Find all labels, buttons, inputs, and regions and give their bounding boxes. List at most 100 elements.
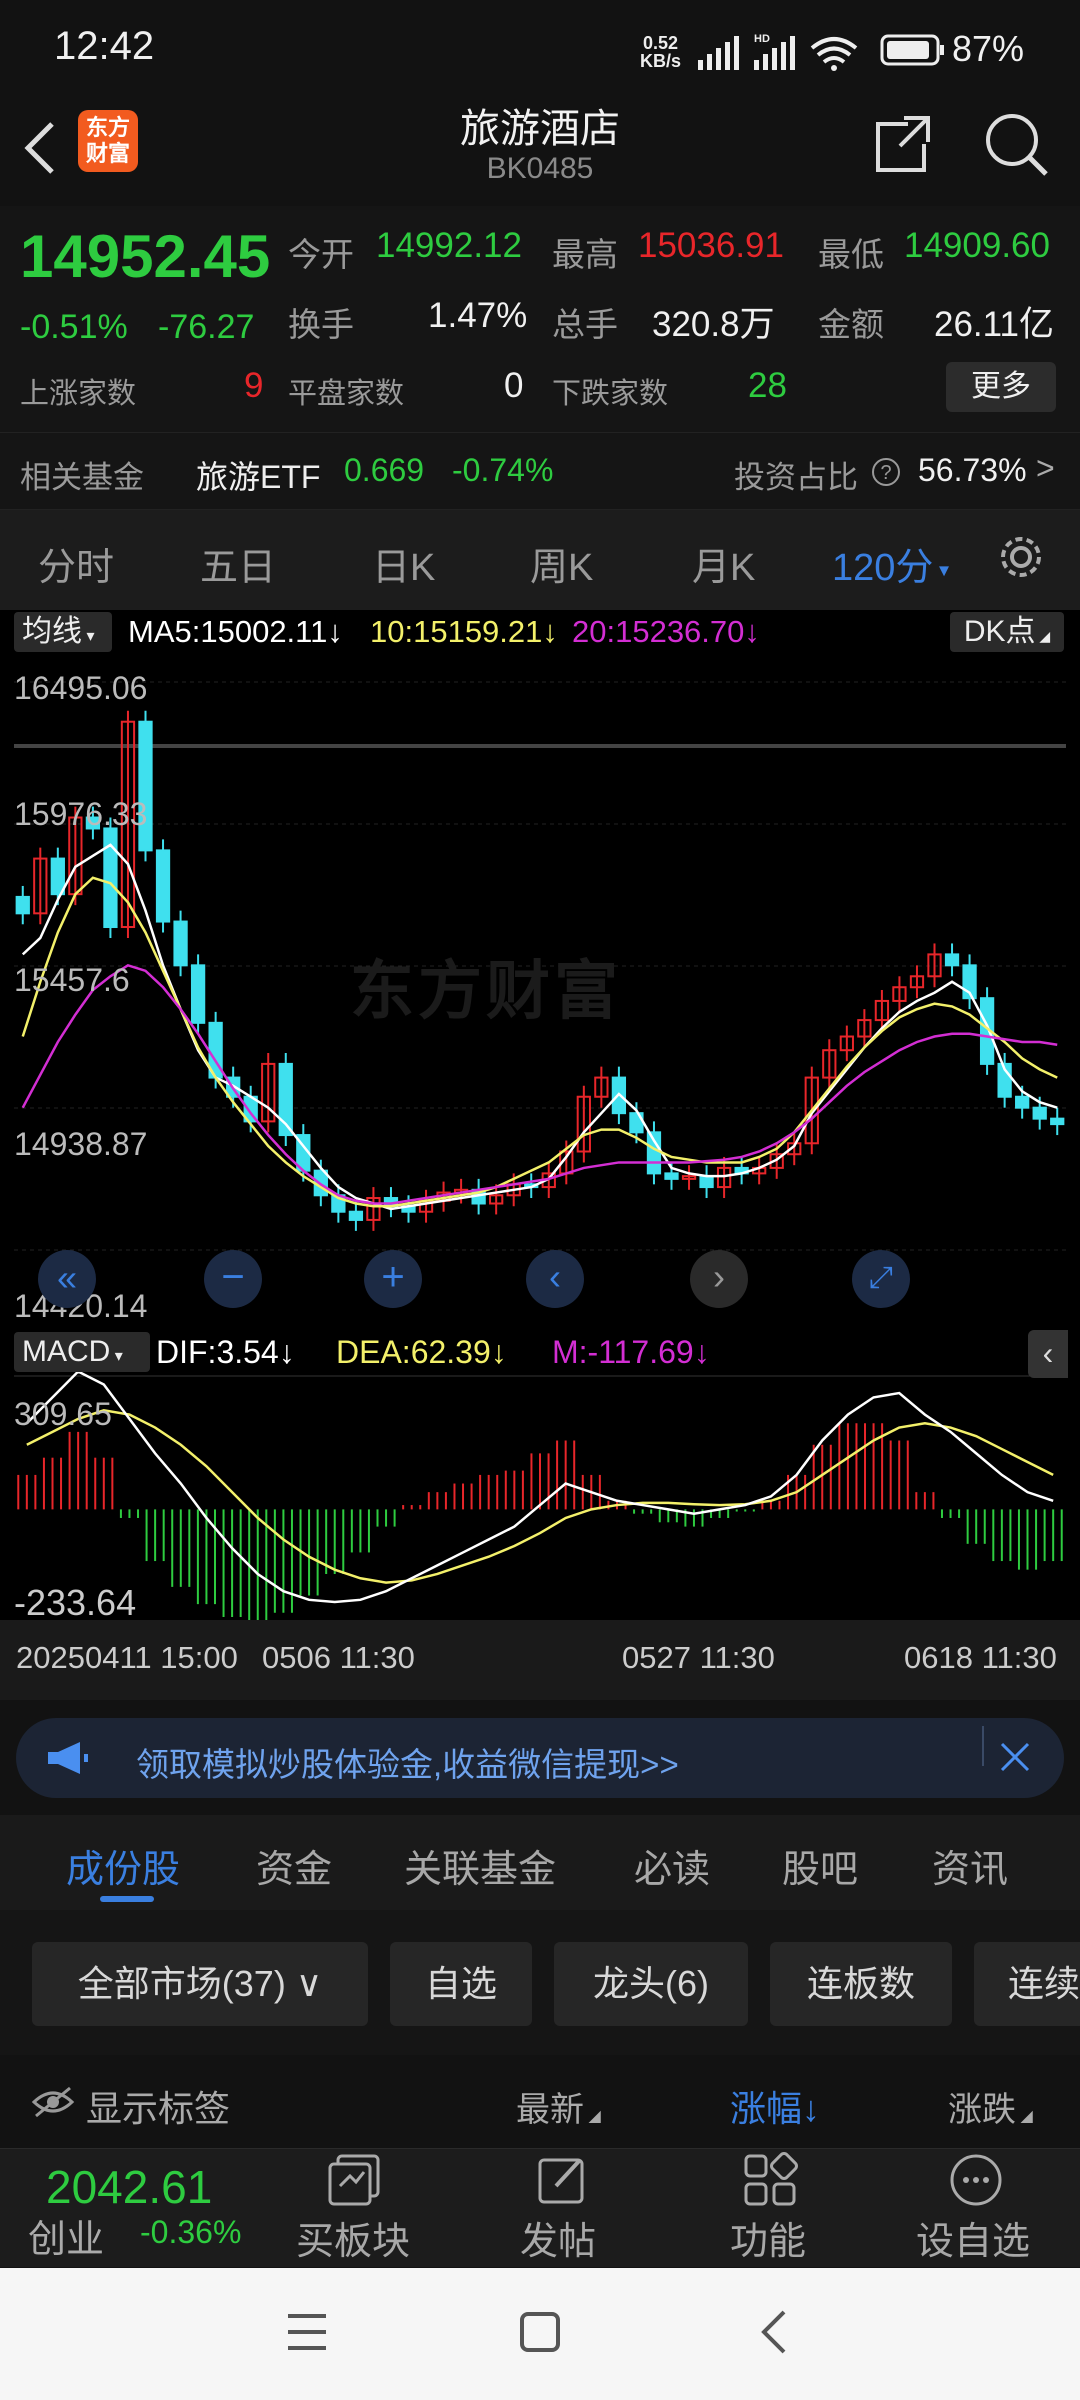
active-tab-indicator — [100, 1896, 154, 1902]
candle-body — [173, 920, 188, 967]
sort-latest[interactable]: 最新 ◢ — [516, 2082, 601, 2131]
chevron-right-icon[interactable]: > — [1036, 450, 1055, 487]
corner-triangle-icon: ◢ — [1035, 628, 1051, 644]
zoom-in-button[interactable]: + — [364, 1250, 422, 1308]
home-square-icon[interactable] — [518, 2310, 562, 2354]
tab-five-day[interactable]: 五日 — [200, 536, 276, 591]
down-arrow-icon: ↓ — [542, 614, 558, 649]
tab-must-read[interactable]: 必读 — [634, 1838, 710, 1893]
low-value: 14909.60 — [904, 226, 1050, 265]
filter-limit-up-count[interactable]: 连板数 — [770, 1942, 952, 2026]
close-icon[interactable] — [998, 1740, 1032, 1774]
volume-label: 总手 — [552, 306, 618, 343]
dea-value: DEA:62.39↓ — [336, 1334, 507, 1371]
zoom-out-button[interactable]: − — [204, 1250, 262, 1308]
m-label: M:-117.69 — [552, 1334, 694, 1370]
logo-line1: 东方 — [85, 115, 130, 140]
ma10-label: 10:15159.21 — [370, 614, 543, 649]
show-tags-toggle[interactable]: 显示标签 — [86, 2080, 230, 2132]
sort-change[interactable]: 涨跌 ◢ — [948, 2082, 1033, 2131]
tab-funds-flow[interactable]: 资金 — [256, 1838, 332, 1893]
up-count: 9 — [244, 366, 264, 405]
plus-icon: + — [381, 1255, 405, 1299]
watermark: 东方财富 — [350, 955, 622, 1027]
low-label: 最低 — [818, 236, 884, 273]
market-filter-dropdown[interactable]: 全部市场(37) ∨ — [32, 1942, 368, 2026]
tab-weekly-k[interactable]: 周K — [530, 536, 593, 591]
more-dots-icon — [950, 2154, 1002, 2206]
down-arrow-icon: ↓ — [490, 1334, 507, 1370]
fullscreen-button[interactable]: ⤢ — [852, 1250, 910, 1308]
post-button[interactable]: 发帖 — [520, 2210, 596, 2265]
sort-change-pct-label: 涨幅 — [730, 2088, 803, 2129]
high-value: 15036.91 — [638, 226, 784, 265]
filter-leaders[interactable]: 龙头(6) — [554, 1942, 748, 2026]
sort-icon: ◢ — [584, 2108, 601, 2125]
back-triangle-icon[interactable] — [756, 2308, 792, 2356]
down-arrow-icon: ↓ — [693, 1334, 710, 1370]
kline-chart-svg[interactable] — [0, 610, 1080, 1700]
sort-change-pct[interactable]: 涨幅↓ — [730, 2080, 820, 2132]
back-arrow-icon[interactable] — [20, 118, 60, 178]
menu-icon[interactable] — [284, 2310, 330, 2354]
search-icon[interactable] — [982, 110, 1052, 180]
index-value[interactable]: 2042.61 — [46, 2160, 212, 2214]
y-tick-2: 15976.33 — [14, 796, 148, 832]
tab-forum[interactable]: 股吧 — [782, 1838, 858, 1893]
y-tick-4: 14938.87 — [14, 1126, 148, 1162]
turnover-label: 换手 — [288, 306, 354, 343]
tab-daily-k[interactable]: 日K — [372, 536, 435, 591]
fund-name[interactable]: 旅游ETF — [196, 452, 320, 498]
index-name: 创业 — [28, 2219, 105, 2261]
add-watchlist-button[interactable]: 设自选 — [916, 2210, 1030, 2265]
down-count-label: 下跌家数 — [552, 378, 669, 410]
down-arrow-icon: ↓ — [744, 614, 760, 649]
ma-selector[interactable]: 均线 ▾ — [14, 612, 112, 652]
functions-button[interactable]: 功能 — [730, 2210, 806, 2265]
tab-120min-label: 120分 — [832, 547, 934, 589]
fast-back-button[interactable]: « — [38, 1250, 96, 1308]
scroll-left-button[interactable]: ‹ — [526, 1250, 584, 1308]
tab-news[interactable]: 资讯 — [932, 1838, 1008, 1893]
eye-off-icon[interactable] — [30, 2084, 76, 2120]
filter-watchlist[interactable]: 自选 — [390, 1942, 532, 2026]
settings-gear-icon[interactable] — [996, 532, 1046, 582]
ma-selector-label: 均线 — [22, 615, 82, 648]
chevron-left-icon: ‹ — [1042, 1335, 1054, 1371]
tab-related-funds[interactable]: 关联基金 — [404, 1838, 556, 1893]
candle-body — [664, 1172, 679, 1180]
tab-intraday[interactable]: 分时 — [38, 536, 114, 591]
collapse-panel-button[interactable]: ‹ — [1028, 1330, 1068, 1378]
macd-chart — [14, 1370, 1066, 1622]
promo-text[interactable]: 领取模拟炒股体验金,收益微信提现>> — [136, 1738, 679, 1786]
scroll-right-button[interactable]: › — [690, 1250, 748, 1308]
fund-label: 相关基金 — [20, 460, 144, 495]
compose-icon — [538, 2158, 584, 2204]
filter-consecutive[interactable]: 连续 — [974, 1942, 1080, 2026]
share-icon[interactable] — [868, 110, 938, 180]
open-label: 今开 — [288, 236, 354, 273]
x-label-3: 0527 11:30 — [622, 1640, 775, 1675]
help-icon[interactable]: ? — [870, 456, 902, 488]
ma20-label: 20:15236.70 — [572, 614, 745, 649]
battery-percent: 87% — [952, 28, 1025, 69]
tab-monthly-k[interactable]: 月K — [692, 536, 755, 591]
dk-point-button[interactable]: DK点 ◢ — [950, 612, 1064, 652]
dk-point-label: DK点 — [963, 615, 1036, 648]
more-button[interactable]: 更多 — [946, 362, 1056, 412]
minus-icon: − — [221, 1255, 245, 1299]
buy-sector-button[interactable]: 买板块 — [296, 2210, 410, 2265]
macd-selector[interactable]: MACD ▾ — [14, 1332, 150, 1372]
candle-body — [348, 1210, 364, 1221]
candle-body — [103, 827, 118, 929]
chevron-right-icon: › — [713, 1256, 725, 1297]
tab-constituents[interactable]: 成份股 — [66, 1838, 180, 1893]
megaphone-icon — [48, 1742, 88, 1774]
fund-price: 0.669 — [344, 452, 425, 488]
page-title: 旅游酒店 — [460, 107, 620, 151]
tab-120min[interactable]: 120分 ▾ — [832, 536, 949, 591]
y-tick-1: 16495.06 — [14, 670, 148, 706]
macd-selector-label: MACD — [22, 1335, 111, 1368]
candle-body — [155, 849, 171, 923]
down-arrow-icon: ↓ — [327, 614, 343, 649]
